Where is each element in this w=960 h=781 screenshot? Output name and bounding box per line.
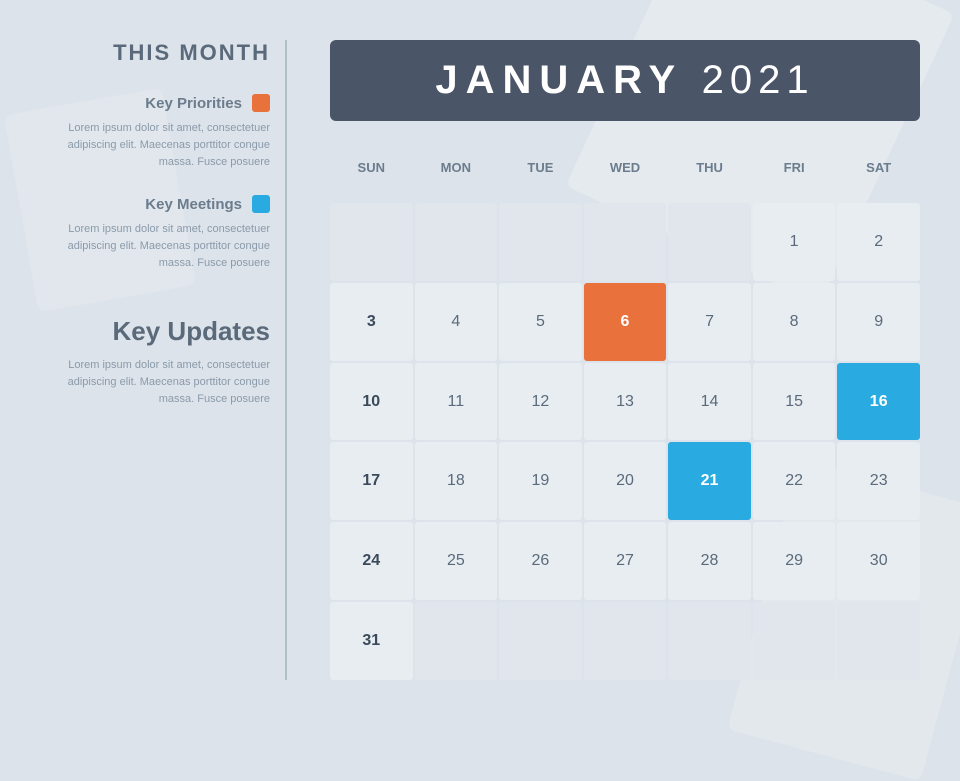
key-priorities-section: Key Priorities Lorem ipsum dolor sit ame… [60, 94, 270, 171]
main-container: THIS MONTH Key Priorities Lorem ipsum do… [0, 0, 960, 720]
sidebar-title: THIS MONTH [60, 40, 270, 66]
cal-day-9: 9 [837, 283, 920, 361]
cal-day-21: 21 [668, 442, 751, 520]
calendar-title: JANUARY 2021 [360, 58, 890, 103]
cal-day-20: 20 [584, 442, 667, 520]
key-meetings-badge [252, 195, 270, 213]
cal-day-empty [499, 203, 582, 281]
calendar-week-3: 10 11 12 13 14 15 16 [330, 363, 920, 441]
calendar-header-row: SUN MON TUE WED THU FRI SAT [330, 137, 920, 197]
cal-day-empty [415, 602, 498, 680]
cal-header-sat: SAT [837, 137, 920, 197]
cal-day-16: 16 [837, 363, 920, 441]
calendar-week-4: 17 18 19 20 21 22 23 [330, 442, 920, 520]
calendar-header: JANUARY 2021 [330, 40, 920, 121]
cal-header-thu: THU [668, 137, 751, 197]
calendar-month: JANUARY [435, 58, 682, 102]
cal-day-8: 8 [753, 283, 836, 361]
key-priorities-badge [252, 94, 270, 112]
key-priorities-text: Lorem ipsum dolor sit amet, consectetuer… [60, 120, 270, 171]
cal-day-4: 4 [415, 283, 498, 361]
cal-day-29: 29 [753, 522, 836, 600]
cal-day-empty [837, 602, 920, 680]
cal-day-23: 23 [837, 442, 920, 520]
cal-day-27: 27 [584, 522, 667, 600]
cal-header-fri: FRI [753, 137, 836, 197]
cal-day-empty [584, 203, 667, 281]
key-updates-section: Key Updates Lorem ipsum dolor sit amet, … [60, 296, 270, 408]
key-meetings-section: Key Meetings Lorem ipsum dolor sit amet,… [60, 195, 270, 272]
key-meetings-label: Key Meetings [145, 196, 242, 213]
calendar-week-1: 1 2 [330, 203, 920, 281]
cal-day-12: 12 [499, 363, 582, 441]
cal-day-15: 15 [753, 363, 836, 441]
calendar-week-2: 3 4 5 6 7 8 9 [330, 283, 920, 361]
cal-day-empty [415, 203, 498, 281]
cal-day-1: 1 [753, 203, 836, 281]
cal-day-14: 14 [668, 363, 751, 441]
calendar-year: 2021 [702, 58, 815, 102]
calendar-week-6: 31 [330, 602, 920, 680]
cal-day-17: 17 [330, 442, 413, 520]
cal-day-11: 11 [415, 363, 498, 441]
calendar-week-5: 24 25 26 27 28 29 30 [330, 522, 920, 600]
key-meetings-label-row: Key Meetings [60, 195, 270, 213]
cal-header-sun: SUN [330, 137, 413, 197]
cal-day-2: 2 [837, 203, 920, 281]
sidebar: THIS MONTH Key Priorities Lorem ipsum do… [60, 40, 300, 680]
calendar-grid: SUN MON TUE WED THU FRI SAT 1 2 3 [330, 137, 920, 680]
key-priorities-label: Key Priorities [145, 95, 242, 112]
cal-day-5: 5 [499, 283, 582, 361]
cal-day-24: 24 [330, 522, 413, 600]
cal-day-empty [753, 602, 836, 680]
cal-header-wed: WED [584, 137, 667, 197]
cal-day-26: 26 [499, 522, 582, 600]
cal-day-19: 19 [499, 442, 582, 520]
vertical-divider [285, 40, 287, 680]
cal-day-10: 10 [330, 363, 413, 441]
cal-day-18: 18 [415, 442, 498, 520]
cal-day-empty [499, 602, 582, 680]
cal-day-empty [330, 203, 413, 281]
key-priorities-label-row: Key Priorities [60, 94, 270, 112]
cal-header-mon: MON [415, 137, 498, 197]
cal-day-3: 3 [330, 283, 413, 361]
key-updates-text: Lorem ipsum dolor sit amet, consectetuer… [60, 357, 270, 408]
cal-day-empty [668, 602, 751, 680]
cal-day-6: 6 [584, 283, 667, 361]
key-updates-title: Key Updates [60, 316, 270, 347]
cal-day-13: 13 [584, 363, 667, 441]
cal-day-31: 31 [330, 602, 413, 680]
calendar-area: JANUARY 2021 SUN MON TUE WED THU FRI SAT [300, 40, 920, 680]
cal-day-empty [668, 203, 751, 281]
cal-day-25: 25 [415, 522, 498, 600]
cal-day-7: 7 [668, 283, 751, 361]
cal-day-22: 22 [753, 442, 836, 520]
cal-day-30: 30 [837, 522, 920, 600]
key-meetings-text: Lorem ipsum dolor sit amet, consectetuer… [60, 221, 270, 272]
cal-header-tue: TUE [499, 137, 582, 197]
cal-day-28: 28 [668, 522, 751, 600]
cal-day-empty [584, 602, 667, 680]
